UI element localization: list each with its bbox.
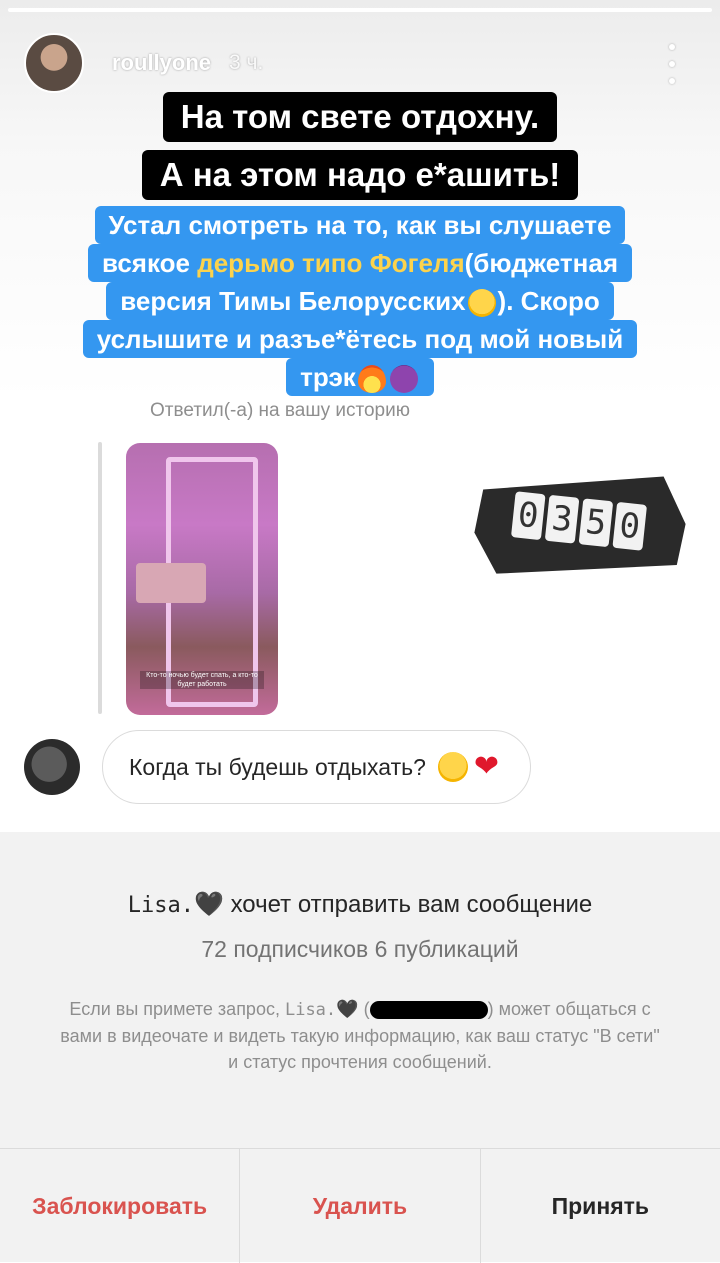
clock-digit: 5: [578, 498, 614, 548]
redacted-username: [369, 1001, 488, 1020]
red-heart-emoji-icon: ❤: [473, 750, 500, 783]
caption-blue-line-1: Устал смотреть на то, как вы слушаете: [94, 206, 626, 244]
story-progress-bar: [8, 8, 712, 12]
replied-label: Ответил(-а) на вашу историю: [150, 400, 410, 421]
request-actions: Заблокировать Удалить Принять: [0, 1148, 720, 1263]
request-title: Lisa.🖤 хочет отправить вам сообщение: [0, 890, 720, 919]
black-heart-icon: 🖤: [194, 891, 224, 918]
caption-black: На том свете отдохну. А на этом надо е*а…: [0, 92, 720, 200]
thumbnail-caption: Кто-то ночью будет спать, а кто-то будет…: [140, 671, 264, 689]
request-info-text: Если вы примете запрос, Lisa.🖤 () может …: [60, 999, 660, 1072]
clock-digit: 3: [544, 494, 580, 544]
more-options-icon[interactable]: [664, 44, 680, 84]
bed-shape: [136, 563, 206, 603]
author-avatar[interactable]: [24, 33, 84, 93]
request-sender-name: Lisa.: [127, 893, 195, 918]
caption-blue-line-3: версия Тимы Белорусских). Скоро: [106, 282, 614, 320]
highlighted-text: дерьмо типо Фогеля: [197, 248, 465, 278]
caption-black-line-1: На том свете отдохну.: [162, 92, 558, 142]
fire-emoji-icon: [357, 365, 386, 394]
accept-button[interactable]: Принять: [479, 1149, 720, 1263]
clock-digit: 0: [510, 491, 546, 541]
caption-black-line-2: А на этом надо е*ашить!: [141, 150, 579, 200]
pleading-face-emoji-icon: [437, 752, 468, 782]
block-button[interactable]: Заблокировать: [0, 1149, 239, 1263]
replied-story-thumbnail[interactable]: Кто-то ночью будет спать, а кто-то будет…: [126, 443, 278, 715]
caption-blue-line-4: услышите и разъе*ётесь под мой новый: [82, 320, 638, 358]
story-progress-fill: [8, 8, 712, 12]
reply-quote-line: [98, 442, 102, 714]
request-sender-stats: 72 подписчиков 6 публикаций: [201, 936, 519, 962]
message-text: Когда ты будешь отдыхать?: [129, 753, 426, 780]
message-bubble[interactable]: Когда ты будешь отдыхать? ❤: [102, 730, 531, 804]
message-row: Когда ты будешь отдыхать? ❤: [24, 730, 531, 804]
story-time: 3 ч.: [229, 51, 264, 74]
caption-blue-line-2: всякое дерьмо типо Фогеля(бюджетная: [88, 244, 632, 282]
caption-blue-line-5: трэк: [286, 358, 434, 396]
request-title-text: хочет отправить вам сообщение: [230, 891, 593, 918]
caption-blue: Устал смотреть на то, как вы слушаете вс…: [0, 206, 720, 396]
story-header: roullyone 3 ч.: [24, 32, 263, 94]
delete-button[interactable]: Удалить: [239, 1149, 479, 1263]
author-username[interactable]: roullyone: [112, 50, 211, 76]
laughing-emoji-icon: [467, 289, 496, 318]
sender-avatar[interactable]: [24, 739, 80, 795]
devil-emoji-icon: [389, 365, 418, 394]
clock-digit: 0: [612, 501, 648, 551]
